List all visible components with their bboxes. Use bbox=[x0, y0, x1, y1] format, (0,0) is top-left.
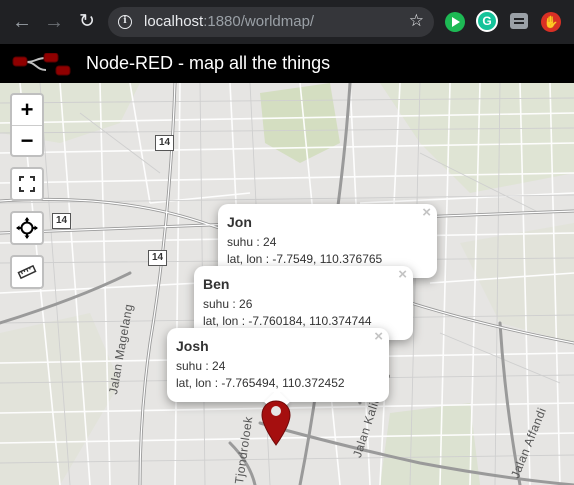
popup-name: Jon bbox=[227, 214, 252, 230]
chat-extension-icon[interactable] bbox=[510, 13, 528, 29]
popup-suhu: suhu : 24 bbox=[227, 235, 277, 249]
world-map[interactable]: 14 14 14 Jalan Magelang Tjondroloek Jala… bbox=[0, 83, 574, 485]
measure-control bbox=[10, 255, 44, 289]
road-shield: 14 bbox=[155, 135, 175, 151]
road-shield: 14 bbox=[52, 213, 72, 229]
popup-suhu: suhu : 26 bbox=[203, 297, 253, 311]
fullscreen-button[interactable] bbox=[12, 169, 42, 199]
grammarly-extension-icon[interactable]: G bbox=[476, 10, 498, 32]
map-marker-icon[interactable] bbox=[261, 400, 291, 446]
hand-extension-icon[interactable]: ✋ bbox=[541, 12, 561, 32]
zoom-in-button[interactable]: + bbox=[12, 95, 42, 125]
popup-name: Ben bbox=[203, 276, 230, 292]
locate-control bbox=[10, 211, 44, 245]
ruler-icon bbox=[17, 264, 37, 280]
fullscreen-icon bbox=[19, 176, 35, 192]
popup-josh[interactable]: Josh suhu : 24 lat, lon : -7.765494, 110… bbox=[167, 328, 389, 415]
url-path: :1880/worldmap/ bbox=[203, 13, 315, 30]
browser-toolbar: ← → ↻ i localhost:1880/worldmap/ ☆ G ✋ bbox=[0, 0, 574, 44]
measure-button[interactable] bbox=[12, 257, 42, 287]
play-extension-icon[interactable] bbox=[445, 12, 465, 32]
back-arrow-icon[interactable]: ← bbox=[10, 10, 34, 34]
star-icon[interactable]: ☆ bbox=[409, 11, 424, 31]
popup-coords: lat, lon : -7.765494, 110.372452 bbox=[176, 376, 345, 390]
popup-close-button[interactable]: × bbox=[374, 329, 383, 345]
zoom-control: + − bbox=[10, 93, 44, 157]
reload-icon[interactable]: ↻ bbox=[75, 10, 99, 34]
crosshair-icon bbox=[16, 217, 38, 239]
page-title: Node-RED - map all the things bbox=[86, 53, 331, 73]
locate-button[interactable] bbox=[12, 213, 42, 243]
node-red-logo bbox=[12, 53, 71, 76]
zoom-out-button[interactable]: − bbox=[12, 125, 42, 155]
popup-name: Josh bbox=[176, 338, 209, 354]
popup-close-button[interactable]: × bbox=[422, 205, 431, 221]
url-host: localhost bbox=[144, 13, 204, 30]
url-text[interactable]: localhost:1880/worldmap/ bbox=[144, 14, 314, 30]
info-icon[interactable]: i bbox=[118, 15, 132, 29]
forward-arrow-icon[interactable]: → bbox=[42, 10, 66, 34]
fullscreen-control bbox=[10, 167, 44, 201]
popup-suhu: suhu : 24 bbox=[176, 359, 226, 373]
road-shield: 14 bbox=[148, 250, 168, 266]
app-header: Node-RED - map all the things bbox=[0, 44, 574, 83]
address-bar[interactable]: i localhost:1880/worldmap/ ☆ bbox=[108, 7, 434, 37]
popup-close-button[interactable]: × bbox=[398, 267, 407, 283]
